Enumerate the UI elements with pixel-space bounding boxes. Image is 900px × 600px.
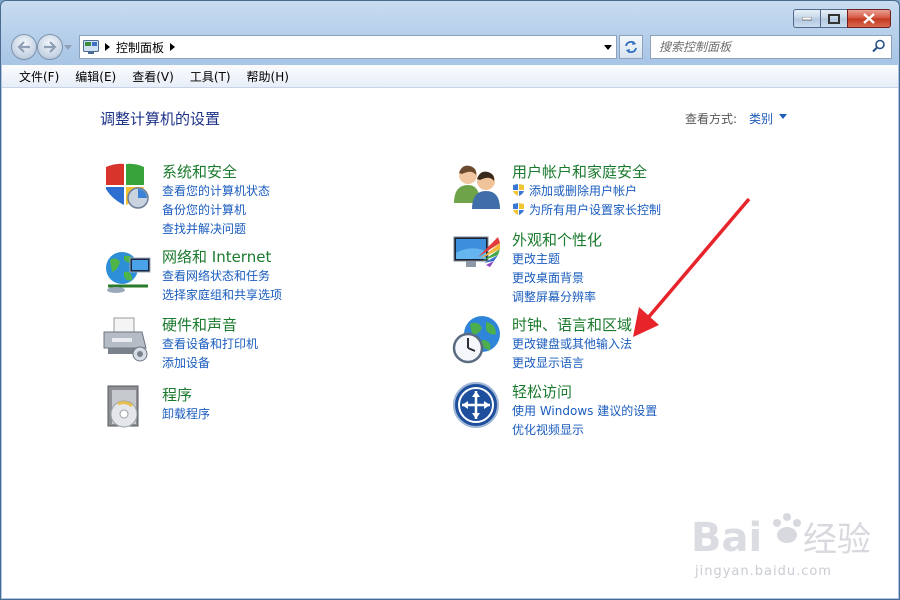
view-by-dropdown[interactable]: 类别 xyxy=(749,110,773,127)
category-title[interactable]: 外观和个性化 xyxy=(512,229,602,250)
chevron-right-icon xyxy=(170,43,176,51)
forward-arrow-icon xyxy=(44,41,57,53)
breadcrumb-control-panel[interactable]: 控制面板 xyxy=(116,39,164,56)
link-backup-computer[interactable]: 备份您的计算机 xyxy=(162,201,246,218)
breadcrumb-separator[interactable] xyxy=(170,43,176,51)
svg-text:Bai: Bai xyxy=(691,515,762,561)
menu-edit[interactable]: 编辑(E) xyxy=(67,66,124,87)
link-windows-suggested-settings[interactable]: 使用 Windows 建议的设置 xyxy=(512,402,657,419)
menu-tools[interactable]: 工具(T) xyxy=(182,66,239,87)
baidu-jingyan-watermark: Bai 经验 xyxy=(691,513,871,561)
minimize-button[interactable] xyxy=(793,9,820,28)
category-title[interactable]: 网络和 Internet xyxy=(162,246,271,267)
recent-pages-dropdown[interactable] xyxy=(64,40,72,54)
caption-buttons xyxy=(793,9,891,28)
link-optimize-video-display[interactable]: 优化视频显示 xyxy=(512,421,584,438)
uac-shield-icon xyxy=(513,203,524,215)
ease-of-access-icon xyxy=(453,382,499,428)
link-desktop-background[interactable]: 更改桌面背景 xyxy=(512,269,584,286)
link-add-device[interactable]: 添加设备 xyxy=(162,354,210,371)
appearance-icon xyxy=(453,236,500,267)
close-icon xyxy=(863,13,875,24)
chevron-down-icon[interactable] xyxy=(779,114,787,119)
link-add-remove-user[interactable]: 添加或删除用户帐户 xyxy=(529,182,637,199)
link-uninstall-program[interactable]: 卸载程序 xyxy=(162,405,210,422)
link-change-theme[interactable]: 更改主题 xyxy=(512,250,560,267)
link-view-computer-status[interactable]: 查看您的计算机状态 xyxy=(162,182,270,199)
control-panel-window: 控制面板 文件(F) 编辑(E) 查看 xyxy=(0,0,900,600)
menu-file[interactable]: 文件(F) xyxy=(2,66,67,87)
network-icon xyxy=(106,252,151,293)
link-find-fix-problems[interactable]: 查找并解决问题 xyxy=(162,220,246,237)
control-panel-icon xyxy=(83,40,99,54)
view-by-label: 查看方式: xyxy=(685,112,738,126)
chevron-down-icon xyxy=(64,45,72,50)
back-arrow-icon xyxy=(17,41,30,53)
link-parental-controls[interactable]: 为所有用户设置家长控制 xyxy=(529,201,661,218)
maximize-icon xyxy=(828,13,840,24)
chevron-right-icon xyxy=(105,43,110,51)
navigation-bar: 控制面板 xyxy=(9,34,892,60)
menu-view[interactable]: 查看(V) xyxy=(124,66,182,87)
search-icon[interactable] xyxy=(872,39,886,53)
clock-globe-icon xyxy=(452,316,500,364)
maximize-button[interactable] xyxy=(820,9,847,28)
link-change-display-language[interactable]: 更改显示语言 xyxy=(512,354,584,371)
uac-shield-icon xyxy=(513,184,524,196)
users-icon xyxy=(454,165,500,209)
refresh-icon xyxy=(625,41,637,53)
page-title: 调整计算机的设置 xyxy=(100,110,221,128)
breadcrumb-separator[interactable] xyxy=(105,43,110,51)
chevron-down-icon xyxy=(604,44,612,50)
link-homegroup-sharing[interactable]: 选择家庭组和共享选项 xyxy=(162,286,282,303)
address-history-dropdown[interactable] xyxy=(600,36,616,58)
category-title[interactable]: 系统和安全 xyxy=(162,161,237,182)
close-button[interactable] xyxy=(847,9,891,28)
category-title[interactable]: 硬件和声音 xyxy=(162,314,237,335)
link-network-status[interactable]: 查看网络状态和任务 xyxy=(162,267,270,284)
link-change-input-method[interactable]: 更改键盘或其他输入法 xyxy=(512,335,632,352)
forward-button[interactable] xyxy=(37,34,63,60)
menu-help[interactable]: 帮助(H) xyxy=(239,66,297,87)
link-devices-printers[interactable]: 查看设备和打印机 xyxy=(162,335,258,352)
category-title[interactable]: 程序 xyxy=(162,384,192,405)
svg-text:经验: 经验 xyxy=(803,520,871,560)
menu-bar: 文件(F) 编辑(E) 查看(V) 工具(T) 帮助(H) xyxy=(2,65,898,88)
category-title[interactable]: 用户帐户和家庭安全 xyxy=(512,161,647,182)
refresh-button[interactable] xyxy=(619,35,643,59)
minimize-icon xyxy=(802,16,812,20)
link-screen-resolution[interactable]: 调整屏幕分辨率 xyxy=(512,288,596,305)
back-button[interactable] xyxy=(11,34,37,60)
category-title[interactable]: 轻松访问 xyxy=(512,381,572,402)
shield-icon xyxy=(106,163,149,209)
programs-icon xyxy=(107,385,139,428)
printer-icon xyxy=(103,317,148,362)
watermark-url: jingyan.baidu.com xyxy=(695,564,832,579)
address-bar[interactable]: 控制面板 xyxy=(79,35,617,59)
search-input[interactable] xyxy=(657,39,866,55)
search-box[interactable] xyxy=(650,35,892,59)
category-title[interactable]: 时钟、语言和区域 xyxy=(512,314,632,335)
